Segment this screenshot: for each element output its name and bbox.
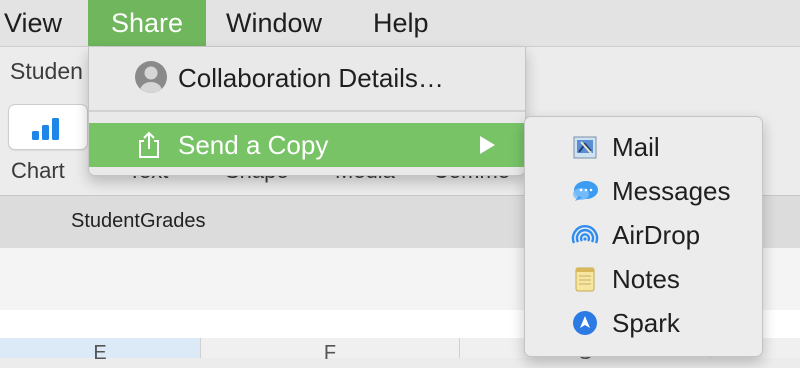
- mail-label: Mail: [612, 132, 660, 162]
- submenu-item-airdrop[interactable]: AirDrop: [525, 215, 762, 255]
- menu-view[interactable]: View: [0, 0, 80, 46]
- spark-icon: [573, 311, 597, 335]
- column-header-e[interactable]: E: [0, 338, 201, 364]
- messages-label: Messages: [612, 176, 731, 206]
- document-title: Studen: [10, 58, 83, 84]
- share-arrow-icon: [139, 131, 159, 158]
- person-avatar-icon: [135, 61, 167, 93]
- send-a-copy-item[interactable]: Send a Copy: [89, 123, 525, 167]
- collaboration-details-label: Collaboration Details…: [178, 63, 444, 93]
- menu-bar: View Share Window Help: [0, 0, 800, 47]
- submenu-item-messages[interactable]: Messages: [525, 171, 762, 211]
- menu-share[interactable]: Share: [88, 0, 206, 46]
- spark-label: Spark: [612, 308, 680, 338]
- airdrop-label: AirDrop: [612, 220, 701, 250]
- submenu-item-mail[interactable]: Mail: [525, 127, 762, 167]
- mail-icon: [573, 136, 597, 159]
- send-a-copy-submenu: Mail Messages AirDrop Notes Spark: [524, 116, 763, 357]
- bar-chart-icon: [32, 118, 59, 140]
- menu-window[interactable]: Window: [208, 0, 340, 46]
- messages-icon: [573, 181, 598, 201]
- submenu-item-spark[interactable]: Spark: [525, 303, 762, 343]
- submenu-arrow-icon: [480, 136, 495, 154]
- menu-separator: [89, 110, 525, 112]
- send-a-copy-label: Send a Copy: [178, 130, 329, 160]
- collaboration-details-item[interactable]: Collaboration Details…: [89, 59, 525, 99]
- sheet-tab-studentgrades[interactable]: StudentGrades: [71, 210, 206, 233]
- toolbar-chart-label: Chart: [11, 158, 65, 183]
- notes-icon: [575, 267, 595, 292]
- notes-label: Notes: [612, 264, 680, 294]
- column-header-f[interactable]: F: [201, 338, 460, 364]
- menu-help[interactable]: Help: [355, 0, 447, 46]
- chart-button[interactable]: [8, 104, 88, 150]
- airdrop-icon: [571, 225, 599, 244]
- share-menu: Collaboration Details… Send a Copy: [88, 47, 526, 176]
- submenu-item-notes[interactable]: Notes: [525, 259, 762, 299]
